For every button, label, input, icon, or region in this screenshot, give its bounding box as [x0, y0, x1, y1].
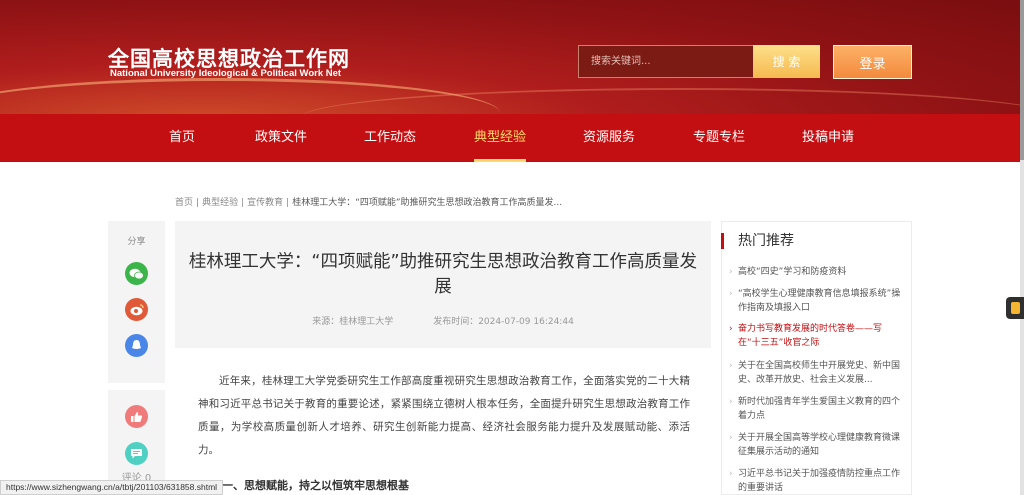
nav-item-experience[interactable]: 典型经验 [474, 114, 527, 162]
article-date: 发布时间：2024-07-09 16:24:44 [433, 317, 574, 327]
hot-title: 热门推荐 [721, 233, 794, 249]
nav-item-submit[interactable]: 投稿申请 [802, 114, 854, 162]
article-source: 来源：桂林理工大学 [312, 317, 394, 327]
login-button[interactable]: 登录 [833, 45, 912, 79]
article-title: 桂林理工大学：“四项赋能”助推研究生思想政治教育工作高质量发展 [188, 252, 698, 297]
article-meta: 来源：桂林理工大学 发布时间：2024-07-09 16:24:44 [175, 314, 711, 327]
speech-bubble-glyph [131, 449, 142, 459]
wechat-glyph [129, 268, 144, 279]
breadcrumb: 首页 | 典型经验 | 宣传教育 | 桂林理工大学：“四项赋能”助推研究生思想政治教育工作高… [175, 198, 563, 208]
weibo-glyph [130, 303, 144, 315]
nav-item-policy[interactable]: 政策文件 [255, 114, 307, 162]
article-paragraph: 近年来，桂林理工大学党委研究生工作部高度重视研究生思想政治教育工作，全面落实党的… [198, 375, 690, 456]
thumbs-up-glyph [131, 411, 143, 422]
hot-item-highlighted[interactable]: 奋力书写教育发展的时代答卷——写在“十三五”收官之际 [729, 322, 904, 350]
comment-icon[interactable] [125, 442, 148, 465]
hot-item[interactable]: “高校学生心理健康教育信息填报系统”操作指南及填报入口 [729, 287, 904, 315]
like-icon[interactable] [125, 405, 148, 428]
breadcrumb-home[interactable]: 首页 [175, 198, 193, 208]
nav-item-news[interactable]: 工作动态 [364, 114, 416, 162]
nav-item-resources[interactable]: 资源服务 [583, 114, 635, 162]
hot-item[interactable]: 习近平总书记关于加强疫情防控重点工作的重要讲话 [729, 467, 904, 495]
breadcrumb-experience[interactable]: 典型经验 [202, 198, 238, 208]
site-logo-en[interactable]: National University Ideological & Politi… [110, 68, 341, 79]
nav-item-home[interactable]: 首页 [169, 114, 195, 162]
hot-item[interactable]: 关于在全国高校师生中开展党史、新中国史、改革开放史、社会主义发展... [729, 359, 904, 387]
qq-icon[interactable] [125, 334, 148, 357]
breadcrumb-publicity[interactable]: 宣传教育 [247, 198, 283, 208]
status-bar-url: https://www.sizhengwang.cn/a/tbtj/201103… [0, 480, 224, 495]
floating-tool-button[interactable] [1006, 297, 1024, 319]
breadcrumb-current: 桂林理工大学：“四项赋能”助推研究生思想政治教育工作高质量发... [292, 198, 563, 208]
search-input[interactable] [578, 45, 754, 78]
qq-glyph [132, 340, 141, 349]
section-heading: 一、思想赋能，持之以恒筑牢思想根基 [222, 479, 409, 492]
share-title: 分享 [127, 237, 146, 247]
hot-item[interactable]: 关于开展全国高等学校心理健康教育微课征集展示活动的通知 [729, 431, 904, 459]
nav-item-topics[interactable]: 专题专栏 [693, 114, 745, 162]
hot-item[interactable]: 新时代加强青年学生爱国主义教育的四个着力点 [729, 395, 904, 423]
main-nav: 首页 政策文件 工作动态 典型经验 资源服务 专题专栏 投稿申请 [0, 114, 1020, 162]
weibo-icon[interactable] [125, 298, 148, 321]
scrollbar-thumb[interactable] [1020, 0, 1024, 160]
wechat-icon[interactable] [125, 262, 148, 285]
search-button[interactable]: 搜 索 [753, 45, 820, 78]
clipboard-icon [1010, 302, 1020, 314]
hot-item[interactable]: 高校“四史”学习和防疫资料 [729, 265, 904, 279]
